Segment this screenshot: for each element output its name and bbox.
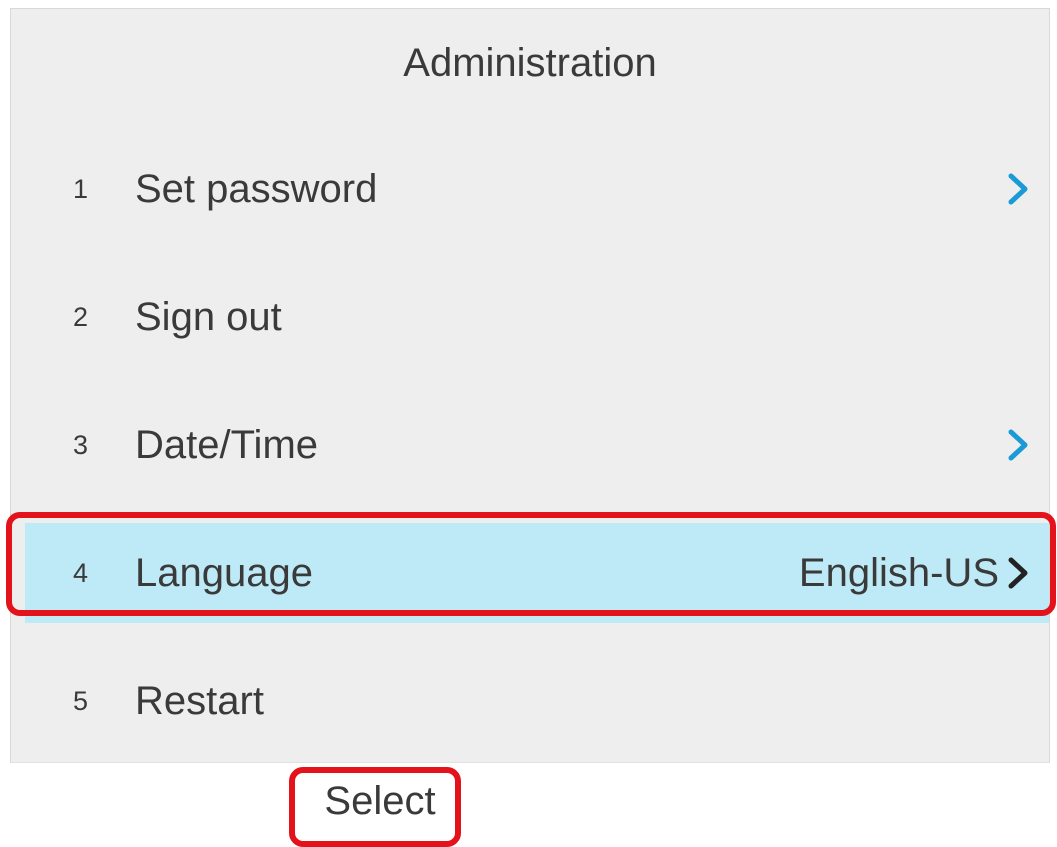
menu-item-number: 3 (73, 430, 89, 460)
softkey-bar: Select (10, 762, 1050, 839)
chevron-right-icon (1008, 429, 1028, 461)
menu-item-number: 1 (73, 174, 89, 204)
menu-item-number: 2 (73, 302, 89, 332)
chevron-right-icon (1008, 173, 1028, 205)
menu-item-number: 4 (73, 558, 89, 588)
menu-item-number: 5 (73, 686, 89, 716)
chevron-right-icon (1008, 557, 1028, 589)
menu-item-label: Set password (135, 167, 378, 211)
menu-item-label: Sign out (135, 295, 282, 339)
select-softkey[interactable]: Select (296, 763, 464, 839)
menu-item-set-password[interactable]: 1 Set password (11, 125, 1049, 253)
menu-item-restart[interactable]: 5 Restart (11, 637, 1049, 765)
menu-item-date-time[interactable]: 3 Date/Time (11, 381, 1049, 509)
menu-item-language[interactable]: 4 Language English-US (11, 509, 1049, 637)
admin-menu: 1 Set password 2 Sign out 3 Date/Time 4 … (11, 125, 1049, 765)
menu-item-label: Date/Time (135, 423, 319, 467)
page-title: Administration (403, 41, 657, 85)
menu-item-label: Restart (135, 679, 264, 723)
menu-item-label: Language (135, 551, 313, 595)
phone-screen: Administration 1 Set password 2 Sign out… (10, 8, 1050, 838)
menu-item-sign-out[interactable]: 2 Sign out (11, 253, 1049, 381)
menu-item-value: English-US (798, 551, 999, 595)
